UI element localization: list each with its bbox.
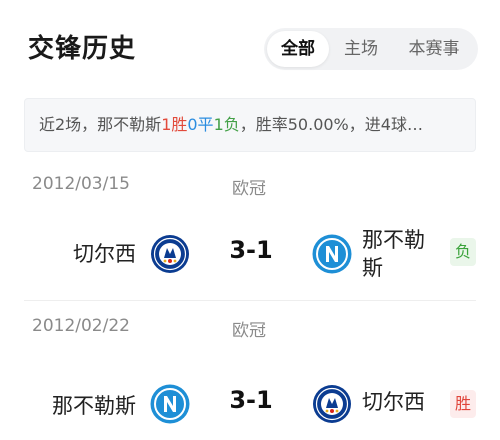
head-to-head-panel: 交锋历史 全部 主场 本赛事 近2场，那不勒斯1胜0平1负，胜率50.00%，进… — [0, 0, 500, 440]
match-row[interactable]: 2012/02/22 欧冠 那不勒斯 3-1 切尔西 胜 — [0, 302, 500, 440]
summary-losses: 1负 — [213, 115, 240, 134]
result-badge: 胜 — [450, 390, 476, 418]
summary-bar: 近2场，那不勒斯1胜0平1负，胜率50.00%，进4球… — [24, 98, 476, 152]
home-team-name: 切尔西 — [73, 242, 136, 266]
chelsea-logo-icon — [313, 385, 351, 423]
chelsea-logo-icon — [151, 235, 189, 273]
napoli-logo-icon — [150, 384, 190, 424]
result-badge: 负 — [450, 238, 476, 266]
page-title: 交锋历史 — [28, 34, 137, 64]
summary-suffix: ，胜率50.00%，进4球… — [239, 115, 423, 134]
match-competition: 欧冠 — [232, 321, 266, 341]
match-date: 2012/02/22 — [32, 316, 130, 336]
filter-tabs: 全部 主场 本赛事 — [264, 28, 478, 70]
match-score: 3-1 — [229, 386, 273, 414]
row-divider — [24, 300, 476, 301]
away-team-name: 切尔西 — [362, 390, 425, 414]
match-date: 2012/03/15 — [32, 174, 130, 194]
away-team-name: 那不勒斯 — [362, 228, 425, 280]
summary-prefix: 近2场，那不勒斯 — [39, 115, 162, 134]
match-row[interactable]: 2012/03/15 欧冠 切尔西 3-1 那不勒斯 负 — [0, 160, 500, 300]
summary-wins: 1胜 — [161, 115, 188, 134]
match-competition: 欧冠 — [232, 179, 266, 199]
tab-all[interactable]: 全部 — [267, 31, 329, 67]
tab-home[interactable]: 主场 — [329, 31, 393, 67]
tab-this-competition[interactable]: 本赛事 — [393, 31, 475, 67]
match-score: 3-1 — [229, 236, 273, 264]
header: 交锋历史 全部 主场 本赛事 — [0, 0, 500, 96]
home-team-name: 那不勒斯 — [52, 394, 136, 418]
summary-draws: 0平 — [187, 115, 214, 134]
napoli-logo-icon — [312, 234, 352, 274]
